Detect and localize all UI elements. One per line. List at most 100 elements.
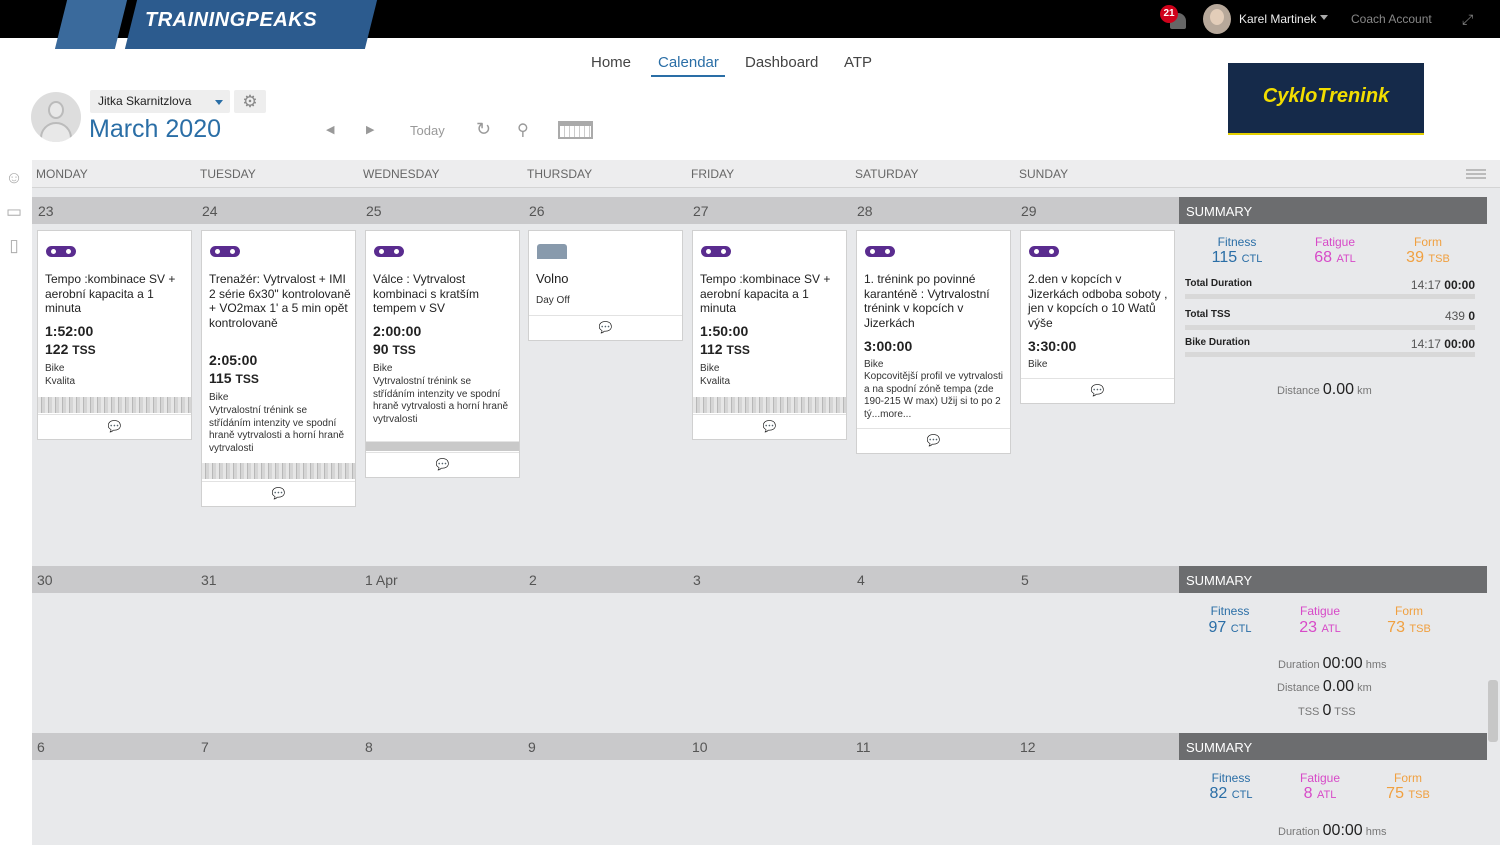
workout-type: Bike xyxy=(45,363,65,374)
fatigue-value: 23 ATL xyxy=(1299,619,1341,636)
nav-home[interactable]: Home xyxy=(591,54,631,71)
next-arrow-icon[interactable]: ▶ xyxy=(366,123,374,136)
comments-icon[interactable]: 💬 xyxy=(366,452,519,476)
comments-icon[interactable]: 💬 xyxy=(1021,378,1174,402)
notifications-bell-icon[interactable]: 21 xyxy=(1160,5,1190,33)
bike-workout-icon xyxy=(1029,246,1059,257)
weekday-header-row: MONDAY TUESDAY WEDNESDAY THURSDAY FRIDAY… xyxy=(32,160,1500,188)
fitness-value: 115 CTL xyxy=(1211,249,1263,266)
day-number[interactable]: 29 xyxy=(1021,203,1037,219)
workout-tss: 112 xyxy=(700,341,723,357)
weekday-friday: FRIDAY xyxy=(691,167,735,181)
day-number[interactable]: 11 xyxy=(856,739,871,755)
trainingpeaks-logo[interactable]: TRAININGPEAKS xyxy=(55,0,380,49)
today-button[interactable]: Today xyxy=(410,123,445,138)
workout-title: Tempo :kombinace SV + aerobní kapacita a… xyxy=(700,272,831,315)
workout-card[interactable]: Válce : Vytrvalost kombinaci s kratším t… xyxy=(365,230,520,478)
day-number[interactable]: 12 xyxy=(1020,739,1036,755)
refresh-icon[interactable]: ↻ xyxy=(476,119,491,140)
day-number[interactable]: 24 xyxy=(202,203,218,219)
calendar-icon[interactable] xyxy=(558,121,593,139)
fitness-value: 82 CTL xyxy=(1209,785,1253,802)
day-number[interactable]: 10 xyxy=(692,739,708,755)
form-value: 75 TSB xyxy=(1386,785,1430,802)
day-number[interactable]: 23 xyxy=(38,203,54,219)
workout-card[interactable]: Tempo :kombinace SV + aerobní kapacita a… xyxy=(692,230,847,440)
workout-card[interactable]: 1. trénink po povinné karanténě : Vytrva… xyxy=(856,230,1011,454)
bike-workout-icon xyxy=(865,246,895,257)
library-book-icon[interactable]: ▭ xyxy=(3,202,25,222)
vertical-scrollbar[interactable] xyxy=(1488,680,1498,742)
summary-header: SUMMARY xyxy=(1179,197,1487,224)
day-number[interactable]: 7 xyxy=(201,739,209,755)
athlete-selector[interactable]: Jitka Skarnitzlova xyxy=(90,90,230,113)
calendar-grid: MONDAY TUESDAY WEDNESDAY THURSDAY FRIDAY… xyxy=(32,160,1500,845)
day-number[interactable]: 6 xyxy=(37,739,45,755)
user-avatar[interactable] xyxy=(1203,4,1231,34)
nav-calendar[interactable]: Calendar xyxy=(658,54,719,71)
workout-title: Trenažér: Vytrvalost + IMI 2 série 6x30"… xyxy=(209,272,351,330)
workout-duration: 2:05:00 xyxy=(209,352,258,368)
fatigue-label: Fatigue xyxy=(1314,235,1356,249)
day-number[interactable]: 27 xyxy=(693,203,709,219)
plans-binder-icon[interactable]: ▯ xyxy=(3,236,25,256)
workout-power-graph xyxy=(38,397,191,413)
weekday-monday: MONDAY xyxy=(36,167,88,181)
day-off-type: Day Off xyxy=(536,295,570,306)
day-number[interactable]: 3 xyxy=(693,572,701,588)
day-number[interactable]: 28 xyxy=(857,203,873,219)
coach-account-link[interactable]: Coach Account xyxy=(1351,12,1432,26)
settings-gear-icon[interactable]: ⚙ xyxy=(234,90,266,113)
comments-icon[interactable]: 💬 xyxy=(38,414,191,438)
fitness-label: Fitness xyxy=(1210,604,1250,618)
calendar-menu-icon[interactable] xyxy=(1466,169,1486,179)
workout-card[interactable]: 2.den v kopcích v Jizerkách odboba sobot… xyxy=(1020,230,1175,404)
active-nav-indicator xyxy=(651,75,725,77)
week-date-bar: 30 31 1 Apr 2 3 4 5 xyxy=(32,566,1179,593)
sponsor-banner[interactable]: CykloTrenink xyxy=(1228,63,1424,135)
day-number[interactable]: 9 xyxy=(528,739,536,755)
fatigue-label: Fatigue xyxy=(1299,771,1341,785)
workout-title: 2.den v kopcích v Jizerkách odboba sobot… xyxy=(1028,272,1168,330)
search-icon[interactable]: ⚲ xyxy=(517,120,529,140)
workout-card[interactable]: Trenažér: Vytrvalost + IMI 2 série 6x30"… xyxy=(201,230,356,507)
workout-type: Bike xyxy=(700,363,720,374)
user-menu-caret-icon[interactable] xyxy=(1320,15,1328,20)
chevron-down-icon xyxy=(215,100,223,105)
comments-icon[interactable]: 💬 xyxy=(693,414,846,438)
weekday-tuesday: TUESDAY xyxy=(200,167,256,181)
workout-card[interactable]: Tempo :kombinace SV + aerobní kapacita a… xyxy=(37,230,192,440)
day-number[interactable]: 30 xyxy=(37,572,53,588)
day-number[interactable]: 25 xyxy=(366,203,382,219)
day-number[interactable]: 4 xyxy=(857,572,865,588)
user-name[interactable]: Karel Martinek xyxy=(1239,12,1316,26)
workout-type: Bike xyxy=(864,359,884,370)
day-off-card[interactable]: Volno Day Off 💬 xyxy=(528,230,683,341)
expand-icon[interactable]: ⤢ xyxy=(1462,11,1478,27)
day-number[interactable]: 8 xyxy=(365,739,373,755)
duration-progress-bar xyxy=(1185,294,1475,299)
summary-header: SUMMARY xyxy=(1179,733,1487,760)
weekday-sunday: SUNDAY xyxy=(1019,167,1069,181)
comments-icon[interactable]: 💬 xyxy=(529,315,682,339)
comments-icon[interactable]: 💬 xyxy=(857,428,1010,452)
total-duration-row: Total Duration 14:17 00:00 xyxy=(1185,278,1475,292)
day-number[interactable]: 2 xyxy=(529,572,537,588)
day-number[interactable]: 26 xyxy=(529,203,545,219)
nav-atp[interactable]: ATP xyxy=(844,54,872,71)
workout-description: Vytrvalostní trénink se střídáním intenz… xyxy=(209,405,345,454)
workout-duration: 1:50:00 xyxy=(700,323,749,339)
distance-row: Distance 0.00 km xyxy=(1277,381,1372,398)
nav-dashboard[interactable]: Dashboard xyxy=(745,54,818,71)
day-number[interactable]: 31 xyxy=(201,572,217,588)
athlete-list-icon[interactable]: ☺ xyxy=(3,168,25,188)
summary-header: SUMMARY xyxy=(1179,566,1487,593)
comments-icon[interactable]: 💬 xyxy=(202,481,355,505)
weekday-saturday: SATURDAY xyxy=(855,167,919,181)
day-number[interactable]: 5 xyxy=(1021,572,1029,588)
athlete-avatar[interactable] xyxy=(31,92,81,142)
workout-duration: 3:00:00 xyxy=(864,338,913,354)
day-number[interactable]: 1 Apr xyxy=(365,572,398,588)
previous-arrow-icon[interactable]: ◀ xyxy=(326,123,334,136)
workout-power-graph xyxy=(202,463,355,479)
